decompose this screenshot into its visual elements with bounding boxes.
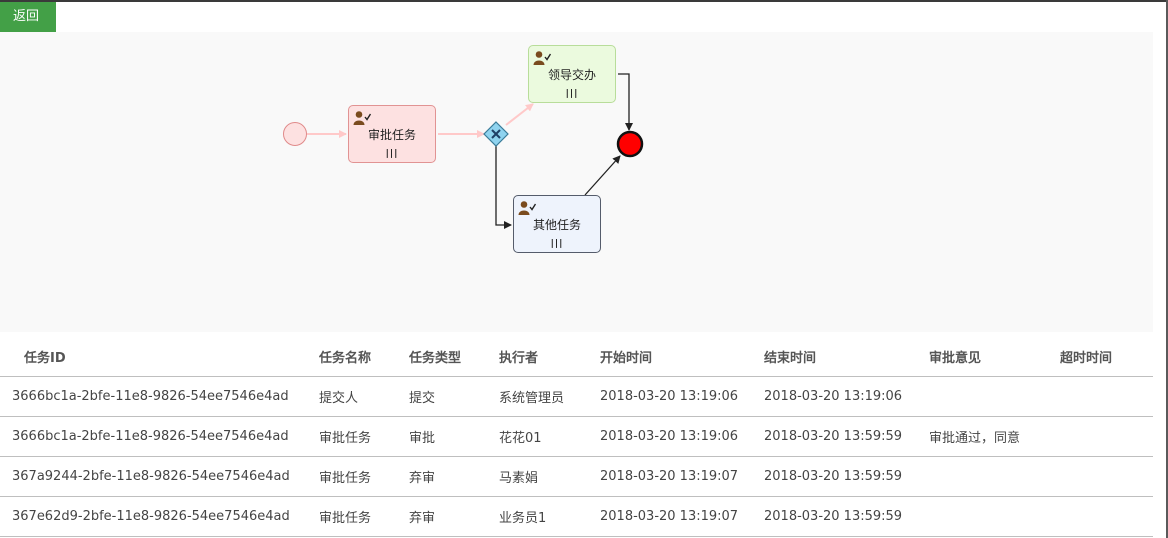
flow-gateway-to-leader — [505, 103, 534, 126]
column-header-assignee[interactable]: 执行者 — [499, 336, 600, 377]
cell-timeout — [1060, 376, 1153, 417]
flow-leader-to-end — [618, 73, 633, 131]
user-check-icon — [518, 201, 536, 215]
cell-timeout — [1060, 416, 1153, 457]
cell-timeout — [1060, 456, 1153, 497]
table-row[interactable]: 3666bc1a-2bfe-11e8-9826-54ee7546e4ad 提交人… — [0, 376, 1153, 417]
cell-task-name: 审批任务 — [319, 456, 409, 497]
task-other[interactable]: 其他任务 ||| — [513, 195, 601, 253]
start-event — [283, 122, 307, 146]
column-header-timeout[interactable]: 超时时间 — [1060, 336, 1153, 377]
cell-timeout — [1060, 496, 1153, 537]
cell-task-id: 367a9244-2bfe-11e8-9826-54ee7546e4ad — [0, 456, 319, 497]
table-row[interactable]: 367e62d9-2bfe-11e8-9826-54ee7546e4ad 审批任… — [0, 496, 1153, 537]
table-row[interactable]: 3666bc1a-2bfe-11e8-9826-54ee7546e4ad 审批任… — [0, 416, 1153, 457]
column-header-task-id[interactable]: 任务ID — [0, 336, 319, 377]
cell-end-time: 2018-03-20 13:59:59 — [764, 456, 929, 497]
user-check-icon — [353, 111, 371, 125]
task-label: 领导交办 — [547, 68, 596, 82]
cell-task-id: 3666bc1a-2bfe-11e8-9826-54ee7546e4ad — [0, 376, 319, 417]
task-leader[interactable]: 领导交办 ||| — [528, 45, 616, 103]
column-header-end-time[interactable]: 结束时间 — [764, 336, 929, 377]
cell-task-name: 审批任务 — [319, 416, 409, 457]
end-event — [616, 130, 644, 158]
task-approve[interactable]: 审批任务 ||| — [348, 105, 436, 163]
cell-assignee: 业务员1 — [499, 496, 600, 537]
table-row[interactable]: 367a9244-2bfe-11e8-9826-54ee7546e4ad 审批任… — [0, 456, 1153, 497]
cell-task-id: 367e62d9-2bfe-11e8-9826-54ee7546e4ad — [0, 496, 319, 537]
table-header-row: 任务ID 任务名称 任务类型 执行者 开始时间 结束时间 审批意见 超时时间 — [0, 336, 1153, 377]
task-label: 其他任务 — [532, 218, 581, 232]
cell-task-type: 弃审 — [409, 456, 499, 497]
cell-start-time: 2018-03-20 13:19:06 — [600, 376, 764, 417]
flow-other-to-end — [584, 155, 621, 196]
parallel-multi-instance-icon: ||| — [385, 149, 399, 159]
cell-start-time: 2018-03-20 13:19:06 — [600, 416, 764, 457]
cell-end-time: 2018-03-20 13:59:59 — [764, 496, 929, 537]
process-diagram: 审批任务 ||| 领导交办 ||| 其他任务 ||| — [0, 32, 1153, 332]
flow-gateway-to-other — [495, 146, 512, 229]
back-button[interactable]: 返回 — [0, 2, 56, 32]
cell-task-name: 审批任务 — [319, 496, 409, 537]
cell-assignee: 马素娟 — [499, 456, 600, 497]
cell-start-time: 2018-03-20 13:19:07 — [600, 456, 764, 497]
column-header-start-time[interactable]: 开始时间 — [600, 336, 764, 377]
cell-task-name: 提交人 — [319, 376, 409, 417]
cell-opinion — [929, 496, 1060, 537]
cell-opinion — [929, 376, 1060, 417]
cell-end-time: 2018-03-20 13:19:06 — [764, 376, 929, 417]
cell-assignee: 系统管理员 — [499, 376, 600, 417]
cell-opinion: 审批通过，同意 — [929, 416, 1060, 457]
top-border — [0, 0, 1168, 2]
column-header-opinion[interactable]: 审批意见 — [929, 336, 1060, 377]
cell-end-time: 2018-03-20 13:59:59 — [764, 416, 929, 457]
cell-task-type: 审批 — [409, 416, 499, 457]
parallel-multi-instance-icon: ||| — [565, 89, 579, 99]
user-check-icon — [533, 51, 551, 65]
task-label: 审批任务 — [367, 128, 416, 142]
task-history-table: 任务ID 任务名称 任务类型 执行者 开始时间 结束时间 审批意见 超时时间 3… — [0, 336, 1153, 537]
column-header-task-type[interactable]: 任务类型 — [409, 336, 499, 377]
cell-task-id: 3666bc1a-2bfe-11e8-9826-54ee7546e4ad — [0, 416, 319, 457]
cell-opinion — [929, 456, 1060, 497]
parallel-multi-instance-icon: ||| — [550, 239, 564, 249]
cell-assignee: 花花01 — [499, 416, 600, 457]
column-header-task-name[interactable]: 任务名称 — [319, 336, 409, 377]
cell-start-time: 2018-03-20 13:19:07 — [600, 496, 764, 537]
cell-task-type: 弃审 — [409, 496, 499, 537]
exclusive-gateway-icon — [483, 121, 509, 147]
cell-task-type: 提交 — [409, 376, 499, 417]
